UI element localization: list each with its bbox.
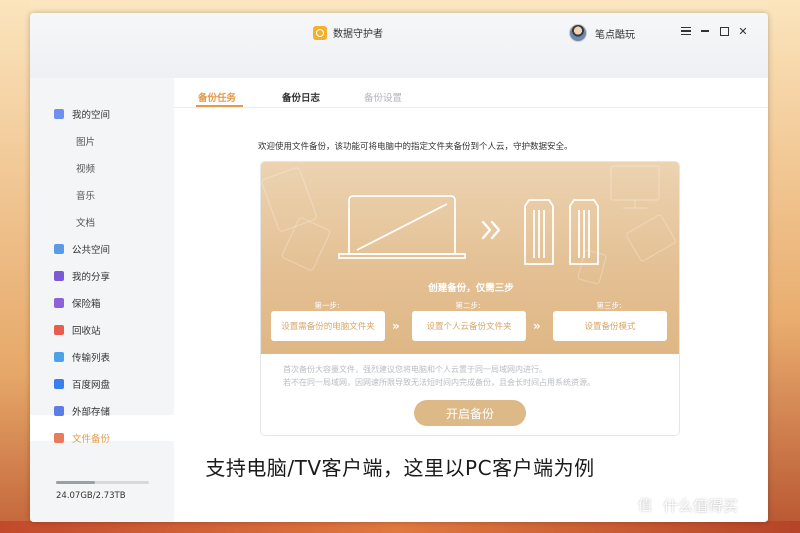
watermark: 值 什么值得买 — [633, 493, 738, 517]
sidebar-item[interactable]: 文档 — [76, 212, 95, 232]
sidebar-item-label: 传输列表 — [72, 353, 111, 364]
trash-icon — [54, 325, 64, 335]
sidebar-item-label: 回收站 — [72, 326, 101, 337]
tab-active-underline — [196, 105, 243, 107]
sidebar-item-label: 我的空间 — [72, 110, 111, 121]
sidebar-item[interactable]: 传输列表 — [54, 347, 110, 367]
step-2-label: 第二步: — [455, 301, 481, 310]
maximize-icon[interactable] — [719, 26, 729, 36]
minimize-icon[interactable] — [700, 26, 710, 36]
sidebar-item[interactable]: 百度网盘 — [54, 374, 110, 394]
sidebar-item-label: 图片 — [76, 137, 96, 148]
sidebar-item-label: 文档 — [76, 218, 96, 229]
backup-icon — [54, 433, 64, 443]
backup-hero: 创建备份，仅需三步 第一步: 设置需备份的电脑文件夹 » 第二步: 设置个人云备… — [261, 162, 679, 354]
watermark-logo-icon: 值 — [633, 493, 657, 517]
window-controls: ✕ — [681, 25, 748, 38]
tab-backup-settings[interactable]: 备份设置 — [364, 90, 402, 104]
share-icon — [54, 271, 64, 281]
drive-icon — [54, 406, 64, 416]
sidebar-item[interactable]: 图片 — [76, 131, 95, 151]
tab-backup-tasks[interactable]: 备份任务 — [198, 90, 236, 104]
step-arrow-1-icon: » — [392, 319, 400, 333]
step-1-button[interactable]: 设置需备份的电脑文件夹 — [271, 311, 385, 341]
sidebar-item[interactable]: 公共空间 — [54, 239, 110, 259]
hero-title: 创建备份，仅需三步 — [428, 283, 514, 294]
sidebar-item-label: 公共空间 — [72, 245, 111, 256]
backup-card: 创建备份，仅需三步 第一步: 设置需备份的电脑文件夹 » 第二步: 设置个人云备… — [260, 161, 680, 436]
caption-text: 支持电脑/TV客户端，这里以PC客户端为例 — [205, 456, 595, 480]
sidebar-item[interactable]: 音乐 — [76, 185, 95, 205]
avatar[interactable] — [569, 24, 587, 42]
sidebar-item[interactable]: 保险箱 — [54, 293, 101, 313]
storage-text: 24.07GB/2.73TB — [56, 491, 126, 501]
sidebar-item[interactable]: 外部存储 — [54, 401, 110, 421]
send-icon — [54, 244, 64, 254]
app-title: 数据守护者 — [333, 29, 383, 40]
user-account[interactable]: 笔点酷玩 — [569, 24, 635, 42]
sidebar-item-label: 百度网盘 — [72, 380, 111, 391]
app-window: 数据守护者 笔点酷玩 ✕ 我的空间图片视频音乐文档公共空间我的分享保险箱回收站传… — [30, 13, 768, 522]
sidebar-item-label: 外部存储 — [72, 407, 111, 418]
sidebar-item[interactable]: 视频 — [76, 158, 95, 178]
sidebar-item[interactable]: 回收站 — [54, 320, 101, 340]
watermark-text: 什么值得买 — [663, 496, 739, 515]
step-arrow-2-icon: » — [533, 319, 541, 333]
note-line-2: 若不在同一局域网，因网速所限导致无法短时间内完成备份，且会长时间占用系统资源。 — [283, 378, 595, 387]
folder-icon — [54, 109, 64, 119]
storage-usage: 24.07GB/2.73TB — [56, 481, 149, 501]
tab-backup-log[interactable]: 备份日志 — [282, 90, 320, 104]
sidebar-item-label: 音乐 — [76, 191, 96, 202]
safe-icon — [54, 298, 64, 308]
close-icon[interactable]: ✕ — [738, 25, 748, 38]
background-bottom-edge — [0, 521, 800, 533]
tab-bar: 备份任务 备份日志 备份设置 — [174, 78, 768, 108]
menu-icon[interactable] — [681, 27, 691, 35]
sidebar-item-label: 保险箱 — [72, 299, 101, 310]
intro-text: 欢迎使用文件备份，该功能可将电脑中的指定文件夹备份到个人云，守护数据安全。 — [258, 142, 573, 152]
step-2-button[interactable]: 设置个人云备份文件夹 — [412, 311, 526, 341]
sidebar-item[interactable]: 文件备份 — [54, 428, 110, 448]
sidebar-item[interactable]: 我的分享 — [54, 266, 110, 286]
title-bar: 数据守护者 笔点酷玩 ✕ — [30, 13, 768, 78]
transfer-icon — [54, 352, 64, 362]
sidebar-item-label: 我的分享 — [72, 272, 111, 283]
sidebar-item-label: 文件备份 — [72, 434, 111, 445]
storage-bar-fill — [56, 481, 96, 484]
sidebar-item-label: 视频 — [76, 164, 96, 175]
step-3-label: 第三步: — [596, 301, 622, 310]
note-line-1: 首次备份大容量文件，强烈建议您将电脑和个人云置于同一局域网内进行。 — [283, 365, 547, 374]
app-title-group: 数据守护者 — [313, 25, 383, 40]
sidebar-item[interactable]: 我的空间 — [54, 104, 110, 124]
storage-bar — [56, 481, 149, 484]
cloud-icon — [54, 379, 64, 389]
user-name[interactable]: 笔点酷玩 — [595, 26, 635, 41]
step-1-label: 第一步: — [314, 301, 340, 310]
app-logo-icon — [313, 25, 327, 40]
start-backup-button[interactable]: 开启备份 — [414, 400, 526, 426]
step-3-button[interactable]: 设置备份模式 — [553, 311, 667, 341]
